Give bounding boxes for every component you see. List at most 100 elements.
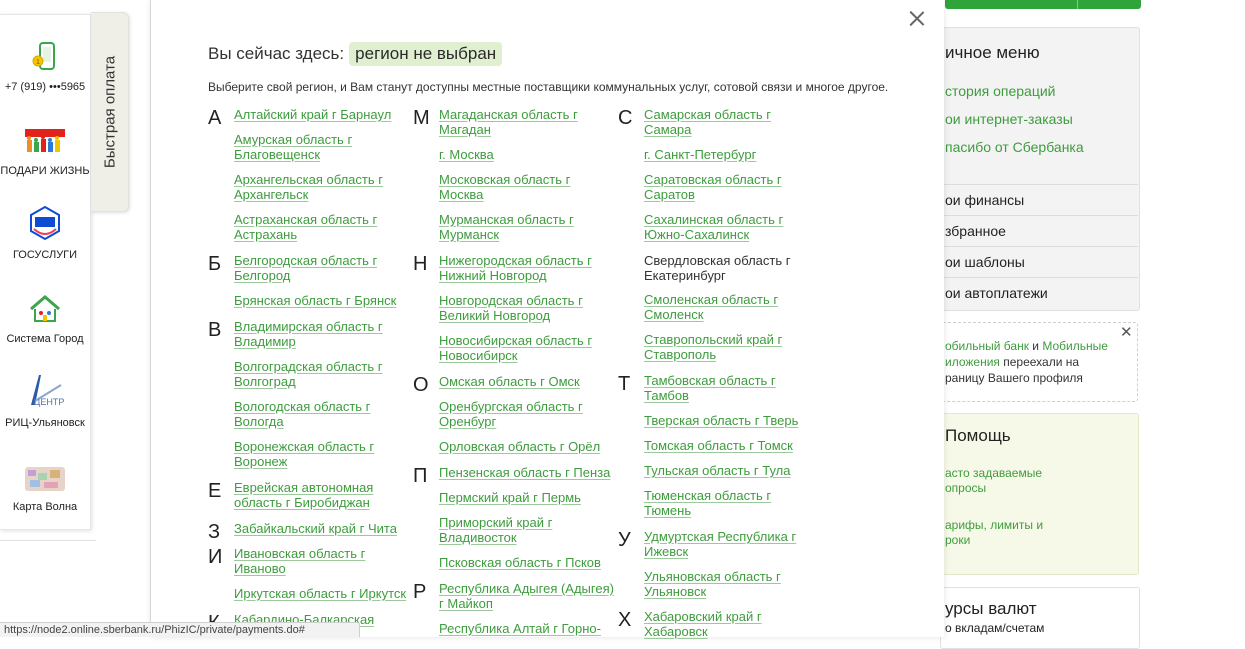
menu-item-templates[interactable]: ои шаблоны (945, 254, 1025, 270)
region-link[interactable]: Архангельская область г (234, 172, 383, 187)
region-link[interactable]: Республика Адыгея (Адыгея) (439, 581, 614, 596)
region-link[interactable]: Хабаровский край г (644, 609, 762, 624)
region-link[interactable]: Псковская область г Псков (439, 555, 601, 570)
region-link-cont[interactable]: Вологда (234, 414, 284, 429)
region-link[interactable]: Нижегородская область г (439, 253, 592, 268)
faq-link[interactable]: асто задаваемые опросы (945, 466, 1042, 496)
quick-item-podari-zhizn[interactable]: ПОДАРИ ЖИЗНЬ (0, 123, 90, 177)
region-link-cont[interactable]: Нижний Новгород (439, 268, 547, 283)
menu-item-finances[interactable]: ои финансы (945, 192, 1024, 208)
region-link[interactable]: Тамбовская область г (644, 373, 776, 388)
mobile-bank-link[interactable]: обильный банк (945, 339, 1029, 353)
region-link-cont[interactable]: Великий Новгород (439, 308, 550, 323)
region-link[interactable]: Воронежская область г (234, 439, 374, 454)
region-link[interactable]: Ульяновская область г (644, 569, 781, 584)
tariffs-link[interactable]: арифы, лимиты и роки (945, 518, 1043, 548)
region-link-cont[interactable]: Ульяновск (644, 584, 706, 599)
region-link-cont[interactable]: Оренбург (439, 414, 496, 429)
currency-rates-subtitle[interactable]: о вкладам/счетам (945, 621, 1044, 635)
region-link[interactable]: Новгородская область г (439, 293, 583, 308)
region-link-cont[interactable]: Благовещенск (234, 147, 320, 162)
region-link-cont[interactable]: Владивосток (439, 530, 517, 545)
region-link[interactable]: Орловская область г Орёл (439, 439, 600, 454)
region-link[interactable]: Томская область г Томск (644, 438, 793, 453)
current-region-badge[interactable]: регион не выбран (349, 42, 503, 66)
region-link-cont[interactable]: Новосибирск (439, 348, 518, 363)
region-link-cont[interactable]: Саратов (644, 187, 695, 202)
region-link-cont[interactable]: Ижевск (644, 544, 688, 559)
region-link[interactable]: Приморский край г (439, 515, 552, 530)
region-link[interactable]: Саратовская область г (644, 172, 782, 187)
region-link-cont[interactable]: область г Биробиджан (234, 495, 370, 510)
region-link[interactable]: Владимирская область г (234, 319, 383, 334)
region-link[interactable]: Амурская область г (234, 132, 352, 147)
region-link[interactable]: Тверская область г Тверь (644, 413, 798, 428)
quick-item-volna[interactable]: Карта Волна (0, 459, 90, 513)
region-link[interactable]: Волгоградская область г (234, 359, 383, 374)
region-link-cont[interactable]: Владимир (234, 334, 296, 349)
region-link[interactable]: Вологодская область г (234, 399, 370, 414)
region-link[interactable]: г. Москва (439, 147, 494, 162)
region-link[interactable]: Омская область г Омск (439, 374, 580, 389)
quick-item-ric[interactable]: ЦЕНТР РИЦ-Ульяновск (0, 375, 90, 429)
region-link-cont[interactable]: Смоленск (644, 307, 703, 322)
region-link[interactable]: Брянская область г Брянск (234, 293, 396, 308)
quick-item-gosuslugi[interactable]: ГОСУСЛУГИ (0, 205, 90, 261)
region-link-cont[interactable]: Самара (644, 122, 691, 137)
region-link-cont[interactable]: Магадан (439, 122, 491, 137)
quick-pay-tab[interactable]: Быстрая оплата (91, 12, 129, 212)
region-link-cont[interactable]: Архангельск (234, 187, 308, 202)
region-link[interactable]: Забайкальский край г Чита (234, 521, 397, 536)
region-link[interactable]: Мурманская область г (439, 212, 574, 227)
ric-center-logo-icon: ЦЕНТР (0, 375, 90, 409)
region-link[interactable]: Московская область г (439, 172, 570, 187)
quick-item-podari-zhizn-label: ПОДАРИ ЖИЗНЬ (0, 165, 90, 177)
region-link[interactable]: г. Санкт-Петербург (644, 147, 756, 162)
region-link[interactable]: Новосибирская область г (439, 333, 592, 348)
region-link[interactable]: Ивановская область г (234, 546, 365, 561)
region-link[interactable]: Тюменская область г (644, 488, 771, 503)
menu-link-spasibo[interactable]: пасибо от Сбербанка (945, 139, 1084, 155)
mobile-apps-link[interactable]: Мобильные (1042, 339, 1108, 353)
region-link-cont[interactable]: Южно-Сахалинск (644, 227, 749, 242)
region-link-cont[interactable]: Иваново (234, 561, 286, 576)
top-action-buttons[interactable] (945, 0, 1141, 9)
mobile-apps-link-cont[interactable]: иложения (945, 355, 1000, 369)
menu-link-orders[interactable]: ои интернет-заказы (945, 111, 1073, 127)
region-link-cont[interactable]: Волгоград (234, 374, 296, 389)
menu-item-autopayments[interactable]: ои автоплатежи (945, 285, 1048, 301)
menu-item-favorites[interactable]: збранное (945, 223, 1006, 239)
region-link-cont[interactable]: Мурманск (439, 227, 499, 242)
menu-link-history[interactable]: стория операций (945, 83, 1056, 99)
region-link[interactable]: Белгородская область г (234, 253, 377, 268)
region-link[interactable]: Ставропольский край г (644, 332, 782, 347)
region-link-cont[interactable]: Воронеж (234, 454, 287, 469)
quick-item-sistema-gorod[interactable]: Система Город (0, 291, 90, 345)
region-link-cont[interactable]: Тюмень (644, 503, 691, 518)
region-link-cont[interactable]: Москва (439, 187, 483, 202)
region-link-cont[interactable]: Тамбов (644, 388, 689, 403)
region-link-cont[interactable]: Ставрополь (644, 347, 716, 362)
region-link[interactable]: Иркутская область г Иркутск (234, 586, 406, 601)
region-link[interactable]: Пензенская область г Пенза (439, 465, 610, 480)
region-link-cont[interactable]: Астрахань (234, 227, 297, 242)
region-link[interactable]: Сахалинская область г (644, 212, 783, 227)
quick-item-mobile[interactable]: 1 +7 (919) •••5965 (0, 39, 90, 93)
region-link-cont[interactable]: Белгород (234, 268, 290, 283)
region-link[interactable]: Еврейская автономная (234, 480, 373, 495)
region-link[interactable]: Оренбургская область г (439, 399, 583, 414)
region-link[interactable]: Тульская область г Тула (644, 463, 790, 478)
region-link[interactable]: Магаданская область г (439, 107, 578, 122)
region-link[interactable]: Республика Алтай г Горно- (439, 621, 601, 636)
region-link-cont[interactable]: Екатеринбург (644, 268, 726, 283)
alphabet-letter: З (208, 521, 221, 543)
region-link[interactable]: Пермский край г Пермь (439, 490, 581, 505)
region-link[interactable]: Алтайский край г Барнаул (234, 107, 391, 122)
region-link-cont[interactable]: г Майкоп (439, 596, 493, 611)
region-link[interactable]: Самарская область г (644, 107, 771, 122)
region-link[interactable]: Астраханская область г (234, 212, 377, 227)
region-link[interactable]: Смоленская область г (644, 292, 778, 307)
region-link[interactable]: Удмуртская Республика г (644, 529, 796, 544)
region-link[interactable]: Свердловская область г (644, 253, 790, 268)
close-icon[interactable] (907, 8, 927, 28)
